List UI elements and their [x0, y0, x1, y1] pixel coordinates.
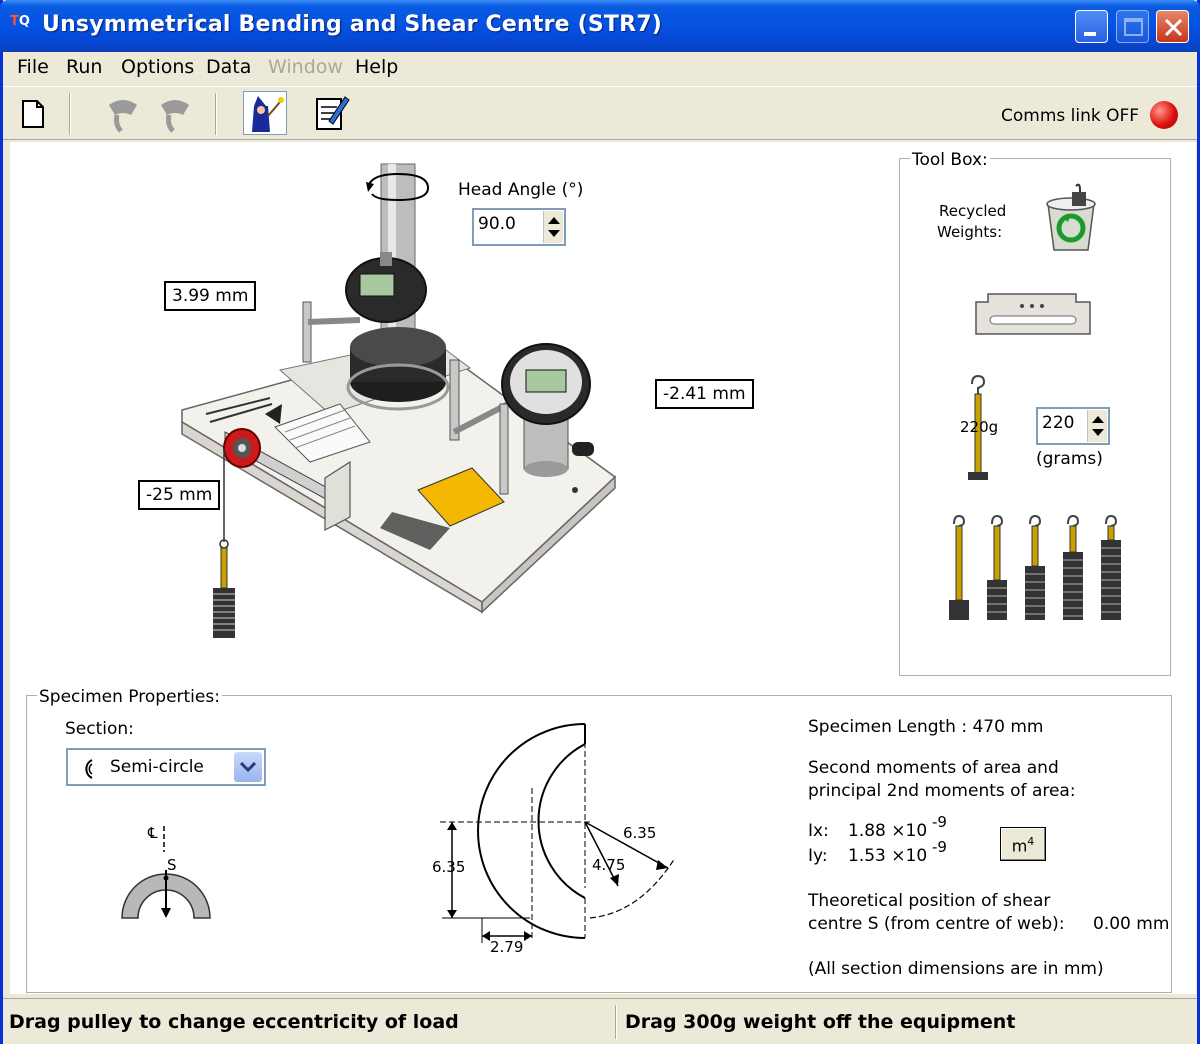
units-button-label: m	[1011, 836, 1028, 856]
iy-value: 1.53 ×10	[848, 846, 928, 866]
toolbar-separator	[215, 93, 217, 135]
wizard-icon	[252, 96, 284, 132]
toolbox-label: Tool Box:	[910, 150, 990, 170]
section-dimension-drawing	[440, 723, 676, 943]
centreline-symbol: ℄	[148, 824, 158, 842]
section-sketch	[121, 826, 211, 919]
weight-stack-2[interactable]	[987, 514, 1007, 620]
units-button[interactable]: m4	[1000, 827, 1046, 861]
dimension-outer-radius: 6.35	[623, 824, 657, 842]
weight-stack-1[interactable]	[949, 514, 969, 620]
menu-help[interactable]: Help	[355, 56, 398, 78]
weight-stacks	[949, 514, 1121, 620]
status-divider	[615, 1005, 617, 1039]
shear-centre-heading-line2: centre S (from centre of web):	[808, 914, 1065, 934]
dimensions-note: (All section dimensions are in mm)	[808, 959, 1104, 979]
hanger-weight-label: 220g	[960, 418, 999, 436]
dimension-inner-radius: 4.75	[592, 856, 626, 874]
pulley-position-readout: -25 mm	[138, 480, 221, 510]
up-down-arrow-icon	[1092, 416, 1104, 436]
menu-file[interactable]: File	[17, 56, 49, 78]
grams-value: 220	[1042, 413, 1075, 433]
semi-circle-section-icon	[85, 759, 93, 779]
status-bar: Drag pulley to change eccentricity of lo…	[3, 998, 1197, 1044]
weight-stack-5[interactable]	[1101, 514, 1121, 620]
load-hanger-plate[interactable]	[972, 290, 1094, 338]
spinner-arrows[interactable]	[1087, 410, 1107, 442]
moments-heading-line1: Second moments of area and	[808, 758, 1059, 778]
iy-exponent: -9	[932, 838, 947, 856]
toolbar: Comms link OFF	[3, 86, 1197, 140]
recycle-bin-icon[interactable]	[1040, 182, 1102, 254]
toolbar-separator	[69, 93, 71, 135]
dimension-offset: 2.79	[490, 938, 524, 956]
head-angle-spinner[interactable]: 90.0	[472, 208, 566, 246]
ix-exponent: -9	[932, 813, 947, 831]
dropdown-button[interactable]	[234, 752, 262, 782]
head-angle-value: 90.0	[478, 214, 516, 234]
application-window: TQ Unsymmetrical Bending and Shear Centr…	[0, 0, 1200, 1044]
close-icon	[1164, 18, 1183, 37]
units-exponent: 4	[1027, 835, 1035, 848]
menu-data[interactable]: Data	[206, 56, 251, 78]
dimension-height: 6.35	[432, 858, 466, 876]
status-right: Drag 300g weight off the equipment	[625, 1011, 1016, 1033]
ix-label: Ix:	[808, 821, 829, 841]
menu-run[interactable]: Run	[66, 56, 102, 78]
main-panel: Head Angle (°) 90.0 3.99 mm -2.41 mm -25…	[10, 142, 1196, 994]
head-angle-label: Head Angle (°)	[458, 180, 584, 200]
menu-window: Window	[268, 56, 343, 78]
connect-button[interactable]	[101, 91, 145, 135]
menu-bar: File Run Options Data Window Help	[3, 52, 1197, 84]
section-label: Section:	[65, 719, 134, 739]
maximize-icon	[1124, 18, 1143, 36]
right-gauge-readout: -2.41 mm	[655, 379, 754, 409]
weight-stack-3[interactable]	[1025, 514, 1045, 620]
section-dropdown[interactable]: Semi-circle	[66, 748, 266, 786]
moments-heading-line2: principal 2nd moments of area:	[808, 781, 1076, 801]
title-bar[interactable]: TQ Unsymmetrical Bending and Shear Centr…	[0, 0, 1200, 52]
comms-status-label: Comms link OFF	[1001, 106, 1140, 126]
shear-centre-heading-line1: Theoretical position of shear	[808, 891, 1051, 911]
new-document-icon	[22, 100, 44, 128]
ix-value: 1.88 ×10	[848, 821, 928, 841]
comms-status-indicator	[1150, 101, 1178, 129]
specimen-properties-label: Specimen Properties:	[37, 687, 222, 707]
spinner-arrows[interactable]	[543, 211, 563, 243]
recycled-weights-label: Recycled	[939, 202, 1007, 220]
minimize-icon	[1084, 32, 1096, 36]
window-title: Unsymmetrical Bending and Shear Centre (…	[42, 12, 663, 37]
chevron-down-icon	[239, 761, 257, 773]
iy-label: Iy:	[808, 846, 828, 866]
shear-centre-value: 0.00 mm	[1093, 914, 1170, 934]
disconnect-icon	[161, 100, 189, 133]
notes-button[interactable]	[309, 91, 353, 135]
test-apparatus	[181, 163, 617, 638]
shear-centre-symbol: S	[167, 856, 177, 874]
weight-stack-4[interactable]	[1063, 514, 1083, 620]
new-document-button[interactable]	[11, 91, 55, 135]
minimize-button[interactable]	[1075, 10, 1108, 43]
tecquipment-logo-icon[interactable]: TQ	[10, 14, 36, 36]
close-button[interactable]	[1156, 10, 1189, 43]
connect-icon	[109, 100, 137, 133]
status-left: Drag pulley to change eccentricity of lo…	[9, 1011, 459, 1033]
section-value: Semi-circle	[110, 757, 204, 777]
up-down-arrow-icon	[548, 217, 560, 237]
notes-icon	[316, 96, 350, 130]
left-gauge-readout: 3.99 mm	[164, 281, 257, 311]
menu-options[interactable]: Options	[121, 56, 194, 78]
wizard-button[interactable]	[243, 91, 287, 135]
grams-spinner[interactable]: 220	[1036, 407, 1110, 445]
disconnect-button[interactable]	[153, 91, 197, 135]
recycled-weights-label-2: Weights:	[937, 223, 1003, 241]
specimen-length: Specimen Length : 470 mm	[808, 717, 1044, 737]
maximize-button[interactable]	[1116, 10, 1149, 43]
grams-unit-label: (grams)	[1036, 449, 1103, 469]
